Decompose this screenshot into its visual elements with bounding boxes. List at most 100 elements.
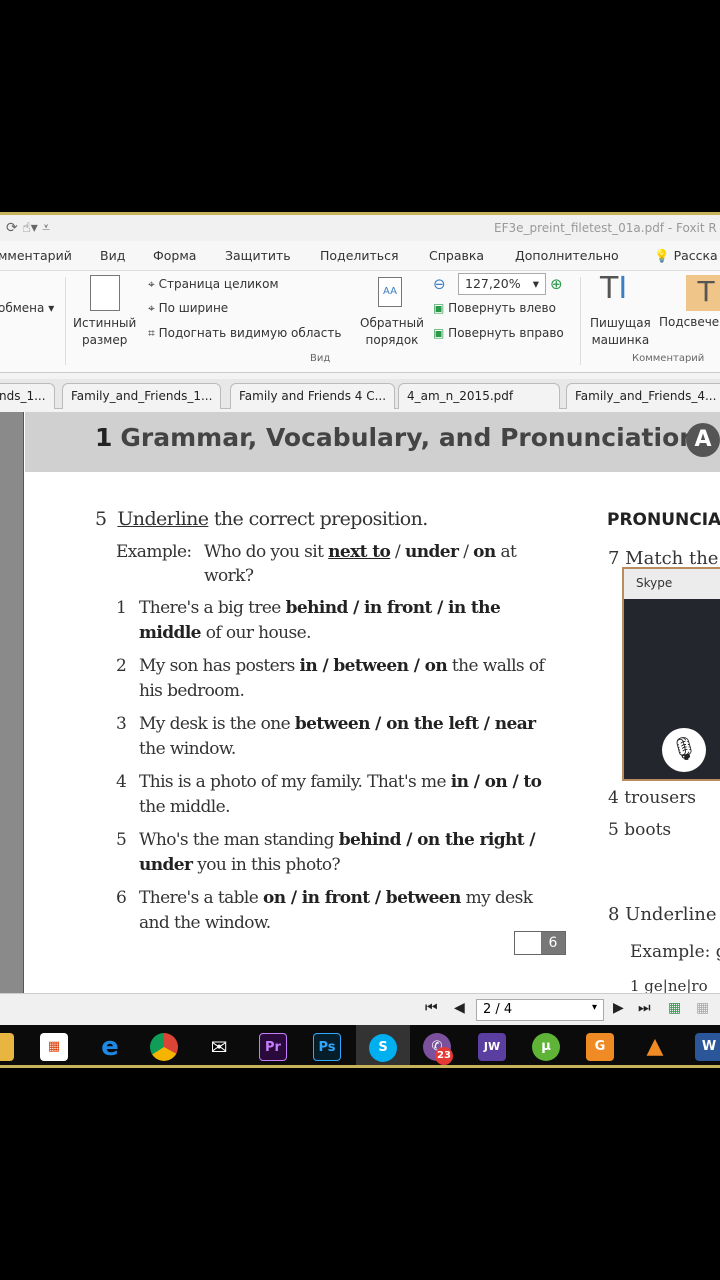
ex7-item: 4 trousers — [608, 788, 696, 808]
typewriter-button[interactable]: Пишущая машинка — [590, 315, 651, 349]
item-text: My son has posters in / between / on the… — [139, 654, 565, 704]
edge-icon[interactable]: e — [96, 1033, 124, 1061]
title-bar: ⟳ ☝▾ ⩡ EF3e_preint_filetest_01a.pdf - Fo… — [0, 215, 720, 241]
window-title: EF3e_preint_filetest_01a.pdf - Foxit R — [494, 221, 717, 235]
skype-title: Skype — [624, 569, 720, 599]
menu-share[interactable]: Поделиться — [320, 248, 399, 263]
sentence-text: / — [390, 542, 405, 562]
jw-player-icon[interactable]: JW — [478, 1033, 506, 1061]
store-icon[interactable]: ▦ — [40, 1033, 68, 1061]
item-text: Who's the man standing behind / on the r… — [139, 828, 565, 878]
typewriter-icon: TI — [600, 271, 628, 306]
ex8-example: Example: g — [630, 942, 720, 962]
tab-document[interactable]: nds_1... — [0, 383, 55, 409]
zoom-in-icon[interactable]: ⊕ — [550, 275, 563, 293]
vlc-icon[interactable]: ▲ — [641, 1033, 669, 1061]
sentence-text: of our house. — [200, 623, 312, 643]
photoshop-icon[interactable]: Ps — [313, 1033, 341, 1061]
menu-protect[interactable]: Защитить — [225, 248, 291, 263]
file-explorer-icon[interactable] — [0, 1033, 14, 1061]
ribbon: обмена ▾ Истинный размер ⌖ Страница целик… — [0, 271, 720, 373]
menu-comment[interactable]: мментарий — [0, 248, 72, 263]
sentence-text: you in this photo? — [192, 855, 340, 875]
word-icon[interactable]: W — [695, 1033, 720, 1061]
zoom-out-icon[interactable]: ⊖ — [433, 275, 446, 293]
menu-extra[interactable]: Дополнительно — [515, 248, 619, 263]
skype-call-window[interactable]: Skype 🎙 — [622, 567, 720, 781]
tell-me[interactable]: 💡 Расска — [654, 248, 718, 264]
page-layout-icon[interactable]: ▦ — [668, 1000, 681, 1016]
tab-document[interactable]: Family_and_Friends_4... — [566, 383, 720, 409]
sentence-text: This is a photo of my family. That's me — [139, 772, 451, 792]
example-sentence: Example: Who do you sit next to / under /… — [116, 542, 517, 586]
menu-help[interactable]: Справка — [429, 248, 484, 263]
status-bar: ⏮ ◀ 2 / 4 ▾ ▶ ⏭ ▦ ▦ — [0, 993, 720, 1025]
exercise-item: 5 Who's the man standing behind / on the … — [116, 828, 565, 878]
sentence-text: There's a big tree — [139, 598, 286, 618]
skype-taskbar-active[interactable]: S — [356, 1025, 410, 1065]
preposition-options: on — [473, 542, 496, 562]
sentence-text: My desk is the one — [139, 714, 295, 734]
first-page-icon[interactable]: ⏮ — [425, 1000, 438, 1016]
preposition-options: on / in front / between — [263, 888, 461, 908]
prev-page-icon[interactable]: ◀ — [454, 1000, 465, 1016]
item-text: There's a big tree behind / in front / i… — [139, 596, 565, 646]
item-number: 4 — [116, 772, 127, 792]
menu-bar: мментарий Вид Форма Защитить Поделиться … — [0, 241, 720, 271]
microphone-icon[interactable]: 🎙 — [662, 728, 706, 772]
reverse-order-button[interactable]: Обратный порядок — [360, 315, 424, 349]
sentence-text: Who do you sit — [204, 542, 329, 562]
tab-document[interactable]: 4_am_n_2015.pdf — [398, 383, 560, 409]
exercise-item: 2 My son has posters in / between / on th… — [116, 654, 565, 704]
item-text: This is a photo of my family. That's me … — [139, 770, 565, 820]
utorrent-icon[interactable]: µ — [532, 1033, 560, 1061]
tab-document[interactable]: Family and Friends 4 C... — [230, 383, 396, 409]
item-number: 5 — [116, 830, 127, 850]
exercise-items: 1 There's a big tree behind / in front / … — [116, 596, 565, 936]
page-number-input[interactable]: 2 / 4 ▾ — [476, 999, 604, 1021]
tab-document[interactable]: Family_and_Friends_1... — [62, 383, 222, 409]
item-number: 1 — [116, 598, 127, 618]
menu-view[interactable]: Вид — [100, 248, 125, 263]
foxit-reader-window: ⟳ ☝▾ ⩡ EF3e_preint_filetest_01a.pdf - Fo… — [0, 212, 720, 1068]
mail-icon[interactable]: ✉ — [205, 1033, 233, 1061]
zoom-select[interactable]: 127,20% ▾ — [458, 273, 546, 295]
section-badge: A — [686, 423, 720, 457]
fit-page-button[interactable]: ⌖ Страница целиком — [148, 277, 279, 292]
last-page-icon[interactable]: ⏭ — [638, 1000, 651, 1016]
clipboard-button[interactable]: обмена ▾ — [0, 301, 54, 315]
quick-access-icons[interactable]: ⟳ ☝▾ ⩡ — [6, 220, 50, 236]
document-tabs: nds_1... Family_and_Friends_1... Family … — [0, 379, 720, 409]
exercise-item: 1 There's a big tree behind / in front / … — [116, 596, 565, 646]
view-group-label: Вид — [310, 353, 331, 364]
sentence-text: / — [458, 542, 474, 562]
preposition-options: under — [405, 542, 459, 562]
chrome-icon[interactable] — [150, 1033, 178, 1061]
sentence-text: Who's the man standing — [139, 830, 339, 850]
true-size-button[interactable]: Истинный размер — [73, 315, 136, 349]
rotate-right-button[interactable]: ▣ Повернуть вправо — [433, 326, 564, 340]
fit-width-button[interactable]: ⌖ По ширине — [148, 301, 228, 316]
highlight-icon: T — [686, 275, 720, 311]
side-panel[interactable] — [0, 412, 24, 993]
rotate-left-button[interactable]: ▣ Повернуть влево — [433, 301, 556, 315]
sentence-text: the window. — [139, 739, 236, 759]
sentence-text: My son has posters — [139, 656, 300, 676]
fit-visible-button[interactable]: ⌗ Подогнать видимую область — [148, 326, 341, 341]
exercise-item: 4 This is a photo of my family. That's me… — [116, 770, 565, 820]
menu-form[interactable]: Форма — [153, 248, 196, 263]
item-number: 6 — [116, 888, 127, 908]
preposition-options: in / on / to — [450, 772, 542, 792]
next-page-icon[interactable]: ▶ — [613, 1000, 624, 1016]
chevron-down-icon: ▾ — [591, 1002, 597, 1013]
reverse-order-icon: AA — [378, 277, 402, 307]
pronunciation-heading: PRONUNCIA — [607, 510, 720, 530]
premiere-icon[interactable]: Pr — [259, 1033, 287, 1061]
viber-icon[interactable]: ✆ 23 — [423, 1033, 453, 1065]
highlight-button[interactable]: Подсвече — [659, 315, 719, 329]
foxit-icon[interactable]: G — [586, 1033, 614, 1061]
pdf-viewer[interactable]: 1 Grammar, Vocabulary, and Pronunciation … — [0, 412, 720, 995]
item-text: There's a table on / in front / between … — [139, 886, 565, 936]
exercise-7-heading: 7 Match the — [608, 548, 719, 569]
page-layout-icon[interactable]: ▦ — [696, 1000, 709, 1016]
